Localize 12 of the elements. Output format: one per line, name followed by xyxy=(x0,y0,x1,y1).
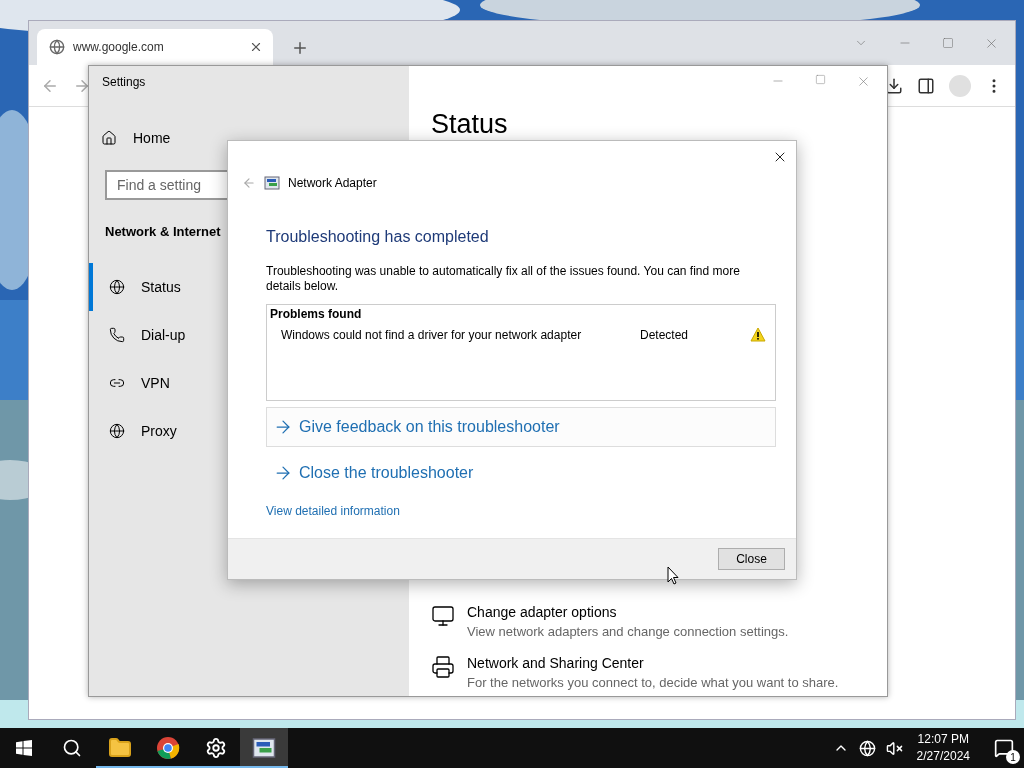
table-cell-text: Detected xyxy=(640,327,690,342)
dialog-message: Troubleshooting was unable to automatically fix all of the issues found. You can find more details below. xyxy=(266,264,741,294)
option-description: View network adapters and change connection settings. xyxy=(467,624,789,639)
table-header: Problems found xyxy=(270,307,363,321)
page-heading: Status xyxy=(430,108,509,140)
window-title: Settings xyxy=(101,74,147,91)
dialog-heading: Troubleshooting has completed xyxy=(266,228,490,246)
option-description: For the networks you connect to, decide what you want to share. xyxy=(467,675,839,690)
notification-count: 1 xyxy=(1006,750,1020,764)
section-title: Network & Internet xyxy=(105,224,221,239)
tab-title: www.google.com xyxy=(73,40,165,54)
table-cell-text: Windows could not find a driver for your network adapter xyxy=(281,327,583,342)
